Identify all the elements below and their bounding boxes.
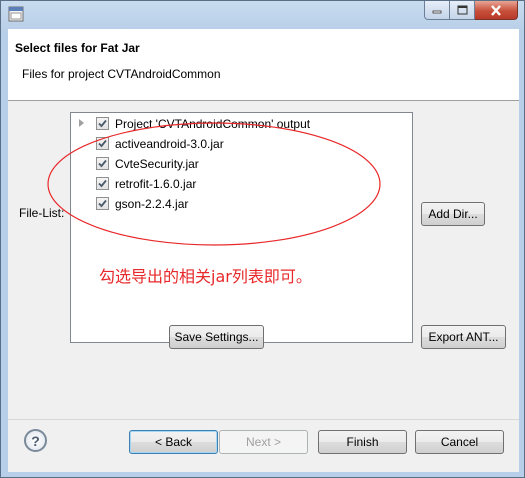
close-icon xyxy=(491,4,501,16)
add-dir-button[interactable]: Add Dir... xyxy=(421,202,485,226)
red-annotation-ellipse xyxy=(47,122,381,246)
window-controls xyxy=(424,1,518,20)
dialog-body: Select files for Fat Jar Files for proje… xyxy=(8,29,519,472)
close-button[interactable] xyxy=(475,1,518,20)
annotation-note: 勾选导出的相关jar列表即可。 xyxy=(99,267,312,286)
eclipse-window-icon xyxy=(8,6,24,22)
fat-jar-dialog: Select files for Fat Jar Files for proje… xyxy=(0,0,525,478)
footer-separator xyxy=(8,419,519,420)
page-description: Files for project CVTAndroidCommon xyxy=(22,67,221,81)
page-title: Select files for Fat Jar xyxy=(15,41,140,55)
help-icon[interactable]: ? xyxy=(24,429,47,452)
minimize-icon xyxy=(432,10,442,14)
minimize-button[interactable] xyxy=(424,1,450,20)
maximize-button[interactable] xyxy=(450,1,475,20)
save-settings-button[interactable]: Save Settings... xyxy=(169,325,264,349)
finish-button[interactable]: Finish xyxy=(318,430,407,454)
title-bar[interactable] xyxy=(1,1,524,29)
back-button[interactable]: < Back xyxy=(129,430,218,454)
next-button[interactable]: Next > xyxy=(219,430,308,454)
wizard-header: Select files for Fat Jar Files for proje… xyxy=(8,29,519,101)
export-ant-button[interactable]: Export ANT... xyxy=(421,325,506,349)
maximize-icon xyxy=(457,5,467,15)
cancel-button[interactable]: Cancel xyxy=(415,430,504,454)
